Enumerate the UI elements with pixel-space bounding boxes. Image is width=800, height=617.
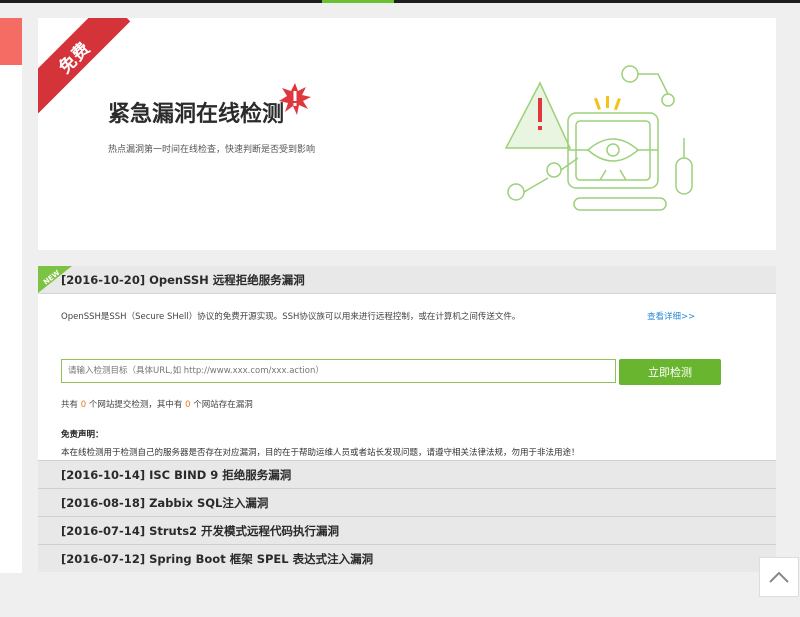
- vuln-list-item[interactable]: [2016-08-18] Zabbix SQL注入漏洞: [38, 488, 776, 516]
- detection-stats: 共有 0 个网站提交检测，其中有 0 个网站存在漏洞: [61, 398, 253, 410]
- scroll-to-top-button[interactable]: [759, 557, 799, 597]
- vuln-title: [2016-08-18] Zabbix SQL注入漏洞: [61, 495, 269, 510]
- vuln-panel: NEW [2016-10-20] OpenSSH 远程拒绝服务漏洞 OpenSS…: [38, 266, 776, 572]
- new-badge-icon: NEW: [38, 266, 72, 293]
- left-side-tab[interactable]: [0, 18, 22, 65]
- disclaimer-text: 本在线检测用于检测自己的服务器是否存在对应漏洞，目的在于帮助运维人员或者站长发现…: [61, 448, 580, 458]
- alert-burst-icon: [279, 83, 311, 115]
- top-bar-active-segment: [322, 0, 394, 3]
- stats-middle: 个网站提交检测，其中有: [88, 400, 183, 410]
- check-now-button[interactable]: 立即检测: [619, 359, 721, 385]
- vuln-title: [2016-10-14] ISC BIND 9 拒绝服务漏洞: [61, 467, 292, 482]
- hero-banner: 免费 紧急漏洞在线检测 热点漏洞第一时间在线检查，快速判断是否受到影响: [38, 18, 776, 250]
- vuln-title: [2016-07-12] Spring Boot 框架 SPEL 表达式注入漏洞: [61, 551, 374, 566]
- chevron-up-icon: [769, 571, 789, 583]
- eye-monitor-icon: [504, 65, 693, 211]
- top-bar: [0, 0, 800, 3]
- disclaimer-title: 免责声明：: [61, 430, 104, 440]
- left-rail: [0, 18, 22, 573]
- stats-suffix: 个网站存在漏洞: [193, 400, 253, 410]
- submitted-count: 0: [80, 400, 87, 410]
- hero-subtitle: 热点漏洞第一时间在线检查，快速判断是否受到影响: [108, 145, 316, 155]
- vuln-title: [2016-07-14] Struts2 开发模式远程代码执行漏洞: [61, 523, 340, 538]
- hero-title: 紧急漏洞在线检测: [108, 102, 285, 127]
- featured-vuln-body: OpenSSH是SSH（Secure SHell）协议的免费开源实现。SSH协议…: [38, 294, 776, 460]
- featured-vuln-header[interactable]: NEW [2016-10-20] OpenSSH 远程拒绝服务漏洞: [38, 266, 776, 294]
- vulnerable-count: 0: [185, 400, 191, 410]
- vuln-list-item[interactable]: [2016-10-14] ISC BIND 9 拒绝服务漏洞: [38, 460, 776, 488]
- featured-vuln-title: [2016-10-20] OpenSSH 远程拒绝服务漏洞: [61, 272, 305, 287]
- vuln-list-item[interactable]: [2016-07-14] Struts2 开发模式远程代码执行漏洞: [38, 516, 776, 544]
- target-url-input[interactable]: [61, 359, 616, 383]
- view-details-link[interactable]: 查看详细>>: [647, 310, 695, 322]
- vuln-list-item[interactable]: [2016-07-12] Spring Boot 框架 SPEL 表达式注入漏洞: [38, 544, 776, 572]
- vuln-description: OpenSSH是SSH（Secure SHell）协议的免费开源实现。SSH协议…: [61, 312, 521, 322]
- stats-prefix: 共有: [61, 400, 79, 410]
